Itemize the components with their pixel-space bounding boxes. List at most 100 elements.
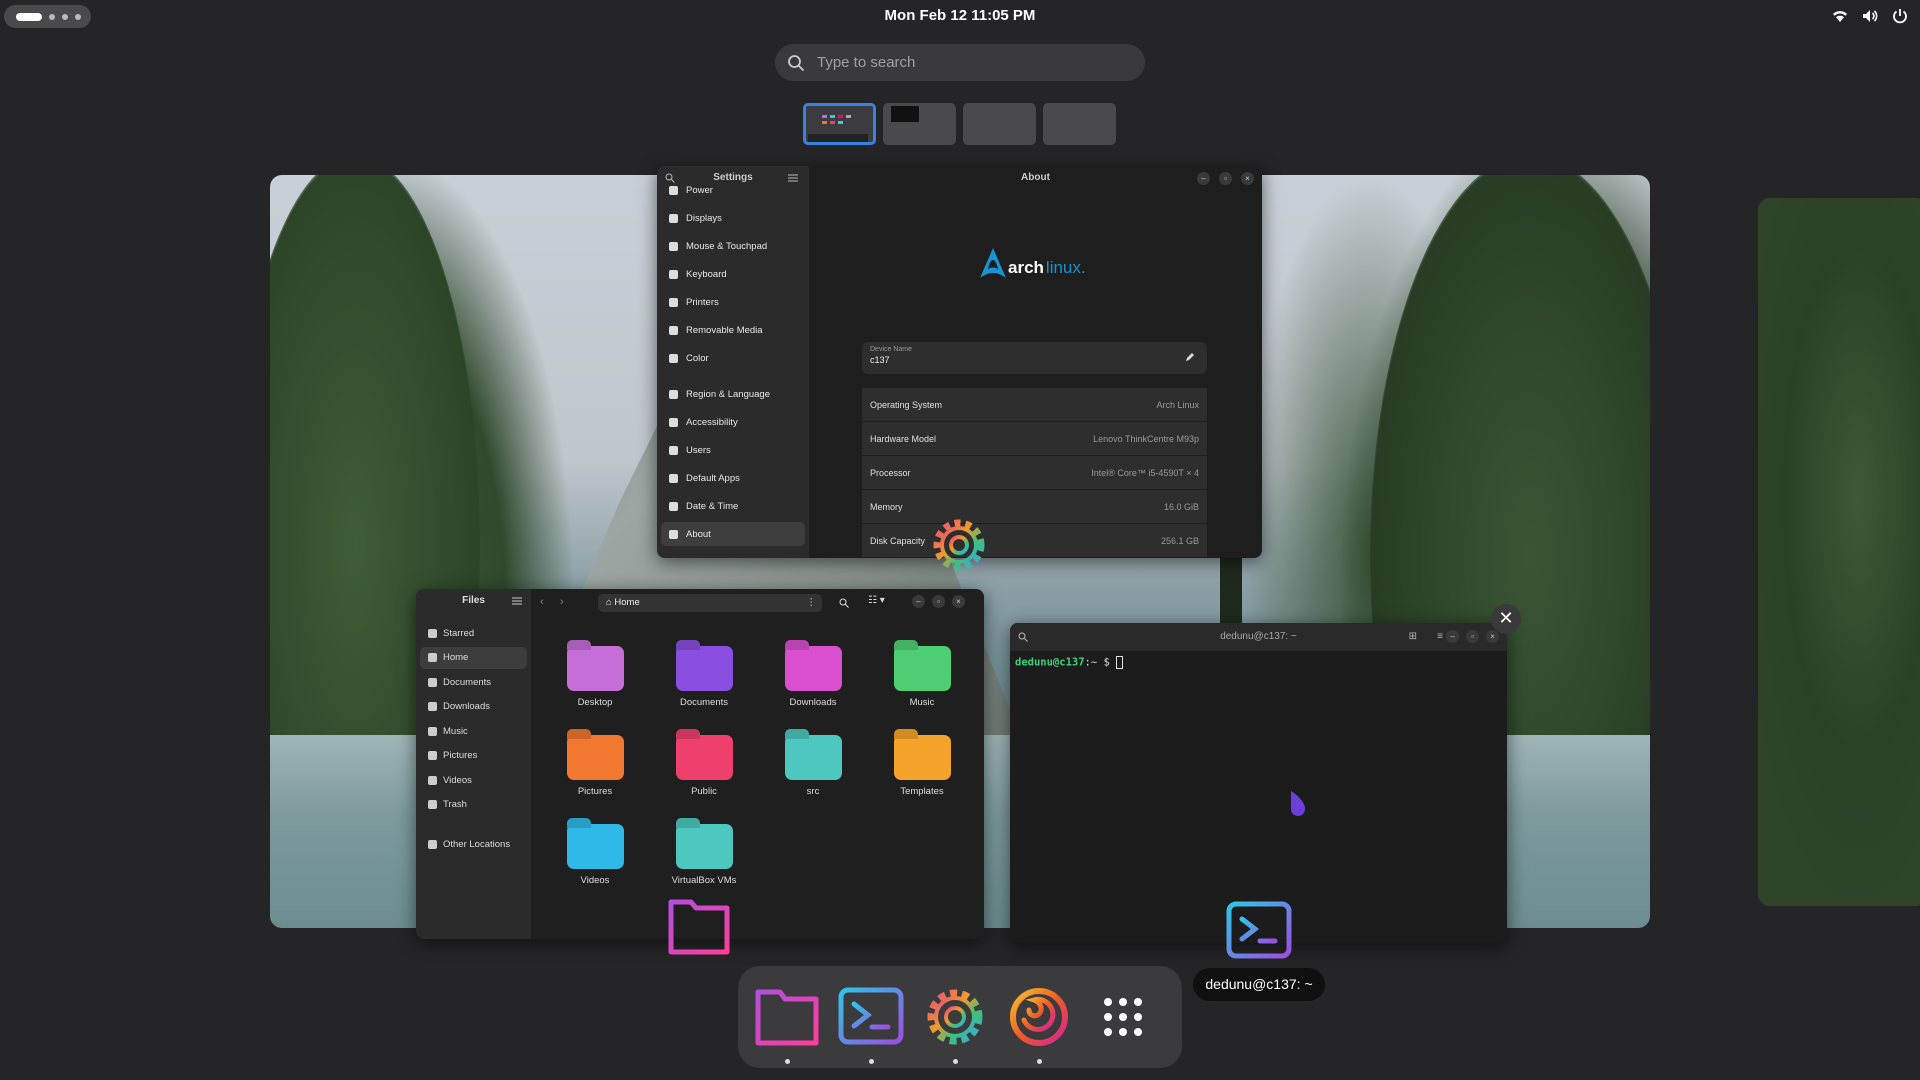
minimize-button[interactable]: –: [912, 595, 925, 608]
maximize-button[interactable]: ▫: [1466, 630, 1479, 643]
folder-icon: [566, 735, 624, 780]
close-window-button[interactable]: ✕: [1491, 604, 1521, 634]
files-window[interactable]: Files Starred Home Documents Downloads Music…: [416, 589, 984, 939]
files-sidebar-item-starred[interactable]: Starred: [420, 622, 527, 644]
sidebar-item-label: Home: [443, 652, 469, 663]
folder-icon: [893, 735, 951, 780]
files-sidebar-item-home[interactable]: Home: [420, 646, 527, 669]
cursor: [1116, 656, 1124, 669]
terminal-prompt[interactable]: dedunu@c137:~ $: [1015, 656, 1124, 669]
menu-icon[interactable]: [512, 597, 522, 605]
sidebar-item-default-apps[interactable]: Default Apps: [661, 466, 805, 490]
wifi-icon[interactable]: [1830, 6, 1850, 26]
files-sidebar-item-pictures[interactable]: Pictures: [420, 745, 527, 767]
sidebar-item-date-time[interactable]: Date & Time: [661, 494, 805, 518]
sidebar-item-label: About: [686, 528, 711, 540]
terminal-window[interactable]: dedunu@c137: ~ ⊞ ≡ – ▫ × dedunu@c137:~ $: [1010, 623, 1507, 943]
back-button[interactable]: ‹: [540, 596, 544, 608]
dock-terminal-button[interactable]: [836, 982, 906, 1064]
folder-label: Documents: [679, 697, 729, 708]
dock-settings-button[interactable]: [920, 982, 990, 1064]
minimize-button[interactable]: –: [1446, 630, 1459, 643]
workspace-thumbnail-3[interactable]: [963, 103, 1036, 145]
folder-src[interactable]: src: [768, 735, 858, 797]
path-menu-icon[interactable]: ⋮: [807, 594, 817, 612]
search-icon: [788, 54, 805, 71]
folder-documents[interactable]: Documents: [659, 646, 749, 708]
view-options-icon[interactable]: ☷ ▾: [868, 595, 885, 606]
workspace-thumbnail-1[interactable]: [803, 103, 876, 145]
folder-videos[interactable]: Videos: [550, 824, 640, 886]
sidebar-item-users[interactable]: Users: [661, 438, 805, 462]
sidebar-item-region-language[interactable]: Region & Language: [661, 382, 805, 406]
info-value: 16.0 GiB: [1163, 501, 1199, 512]
power-icon[interactable]: [1890, 6, 1910, 26]
workspace-switcher[interactable]: [803, 103, 1116, 145]
folder-label: Videos: [580, 875, 610, 886]
new-tab-icon[interactable]: ⊞: [1409, 623, 1417, 651]
workspace-thumbnail-4[interactable]: [1043, 103, 1116, 145]
sidebar-item-printers[interactable]: Printers: [661, 290, 805, 314]
search-input[interactable]: [817, 54, 1097, 71]
close-button[interactable]: ×: [1486, 630, 1499, 643]
files-sidebar-item-other-locations[interactable]: Other Locations: [420, 833, 527, 855]
dock-app-grid-button[interactable]: [1088, 982, 1158, 1052]
clock[interactable]: Mon Feb 12 11:05 PM: [0, 7, 1920, 24]
menu-icon[interactable]: ≡: [1437, 623, 1443, 651]
sidebar-item-color[interactable]: Color: [661, 346, 805, 370]
search-bar[interactable]: [775, 44, 1145, 81]
folder-label: Public: [691, 786, 717, 797]
sidebar-item-icon: [428, 839, 437, 849]
maximize-button[interactable]: ▫: [932, 595, 945, 608]
dock-firefox-button[interactable]: [1004, 982, 1074, 1064]
terminal-titlebar: dedunu@c137: ~ ⊞ ≡ – ▫ ×: [1010, 623, 1507, 651]
sidebar-item-label: Users: [686, 444, 711, 456]
next-workspace-preview[interactable]: [1758, 198, 1920, 906]
files-sidebar-item-trash[interactable]: Trash: [420, 794, 527, 816]
folder-public[interactable]: Public: [659, 735, 749, 797]
sidebar-item-icon: [669, 501, 678, 511]
settings-icon: [927, 989, 983, 1045]
sidebar-item-icon: [669, 297, 678, 307]
forward-button[interactable]: ›: [560, 596, 564, 608]
info-row: Processor Intel® Core™ i5-4590T × 4: [862, 456, 1207, 489]
device-name-field[interactable]: Device Name c137: [862, 342, 1207, 374]
system-tray[interactable]: [1830, 6, 1910, 26]
search-icon[interactable]: [839, 598, 849, 608]
sidebar-item-accessibility[interactable]: Accessibility: [661, 410, 805, 434]
sidebar-item-icon: [428, 751, 437, 760]
sidebar-item-icon: [428, 677, 437, 687]
path-bar[interactable]: ⌂ Home ⋮: [598, 594, 822, 612]
folder-downloads[interactable]: Downloads: [768, 646, 858, 708]
sidebar-item-keyboard[interactable]: Keyboard: [661, 262, 805, 286]
sidebar-item-power[interactable]: Power: [661, 178, 805, 202]
files-sidebar-item-music[interactable]: Music: [420, 720, 527, 742]
close-button[interactable]: ×: [1241, 172, 1254, 185]
sidebar-item-about[interactable]: About: [661, 522, 805, 546]
sidebar-item-label: Videos: [443, 774, 472, 786]
folder-templates[interactable]: Templates: [877, 735, 967, 797]
maximize-button[interactable]: ▫: [1219, 172, 1232, 185]
folder-pictures[interactable]: Pictures: [550, 735, 640, 797]
close-button[interactable]: ×: [952, 595, 965, 608]
folder-icon: [566, 646, 624, 691]
volume-icon[interactable]: [1860, 6, 1880, 26]
settings-window[interactable]: Settings Power Displays Mouse & Touchpad Ke…: [657, 166, 1262, 558]
search-icon[interactable]: [1018, 632, 1028, 642]
dock-files-button[interactable]: [752, 982, 822, 1064]
folder-music[interactable]: Music: [877, 646, 967, 708]
minimize-button[interactable]: –: [1197, 172, 1210, 185]
edit-icon[interactable]: [1185, 352, 1195, 362]
sidebar-item-mouse-touchpad[interactable]: Mouse & Touchpad: [661, 234, 805, 258]
sidebar-item-removable-media[interactable]: Removable Media: [661, 318, 805, 342]
files-sidebar-item-documents[interactable]: Documents: [420, 671, 527, 693]
prompt-path: :~ $: [1084, 656, 1117, 669]
files-sidebar-item-videos[interactable]: Videos: [420, 769, 527, 791]
folder-virtualbox-vms[interactable]: VirtualBox VMs: [659, 824, 749, 886]
workspace-thumbnail-2[interactable]: [883, 103, 956, 145]
sidebar-item-displays[interactable]: Displays: [661, 206, 805, 230]
sidebar-item-icon: [669, 529, 678, 539]
folder-icon: [784, 646, 842, 691]
files-sidebar-item-downloads[interactable]: Downloads: [420, 696, 527, 718]
folder-desktop[interactable]: Desktop: [550, 646, 640, 708]
